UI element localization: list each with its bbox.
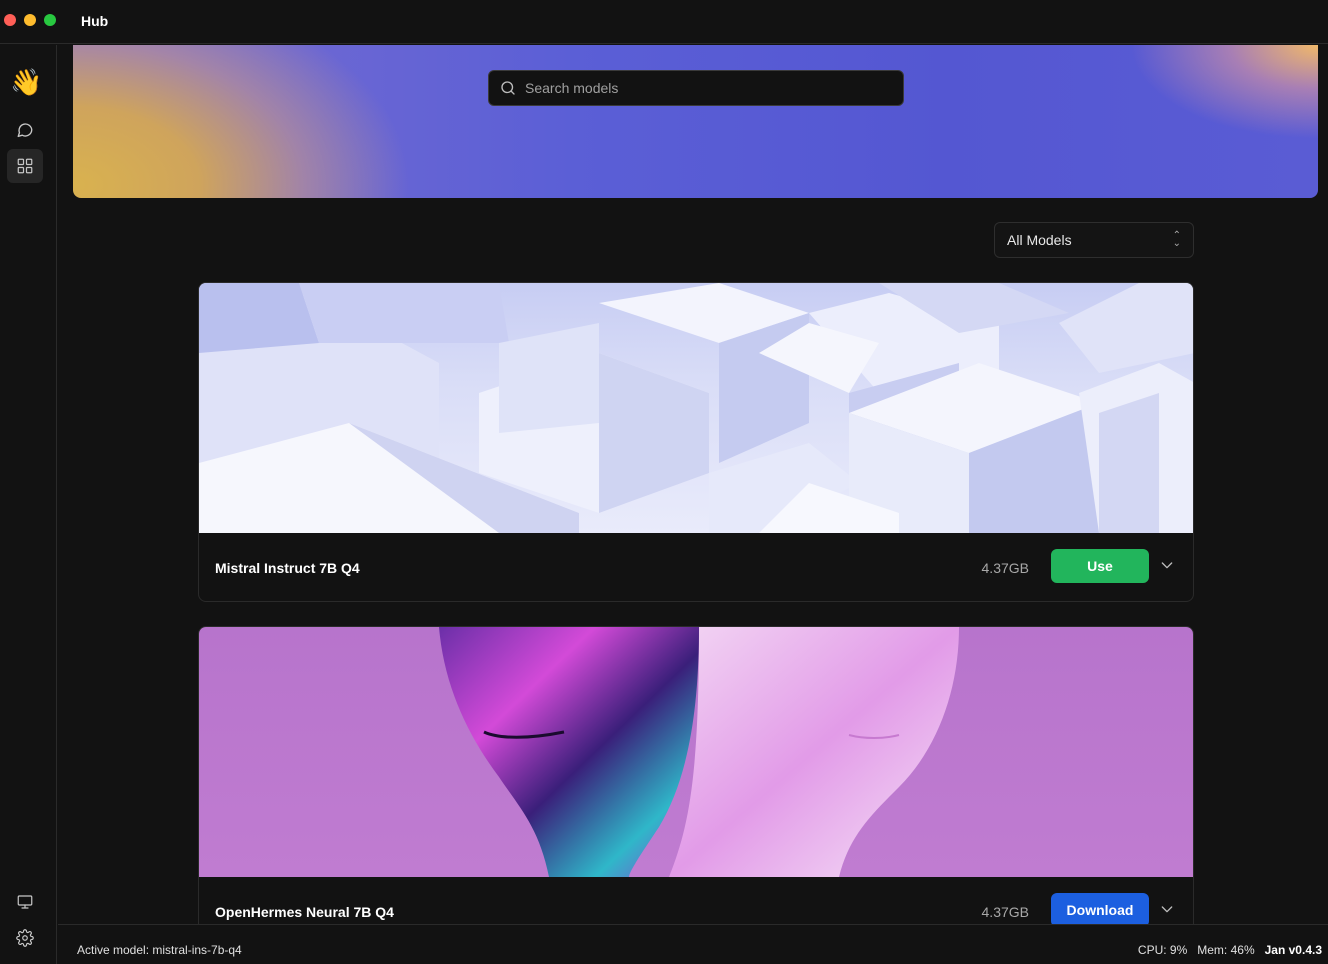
monitor-icon: [17, 895, 33, 909]
model-card: Mistral Instruct 7B Q4 4.37GB Use: [198, 282, 1194, 602]
hub-main: All Models ⌃⌄: [58, 45, 1328, 924]
model-card-footer: OpenHermes Neural 7B Q4 4.37GB Download: [199, 877, 1193, 924]
memory-usage: Mem: 46%: [1197, 943, 1255, 957]
model-size: 4.37GB: [981, 904, 1029, 920]
model-card: OpenHermes Neural 7B Q4 4.37GB Download: [198, 626, 1194, 924]
search-input[interactable]: [525, 80, 885, 96]
system-stats: CPU: 9% Mem: 46% Jan v0.4.3: [1138, 943, 1322, 957]
app-version: Jan v0.4.3: [1264, 943, 1322, 957]
download-model-button[interactable]: Download: [1051, 893, 1149, 924]
close-window-button[interactable]: [4, 14, 16, 26]
model-cover-image: [199, 283, 1193, 533]
minimize-window-button[interactable]: [24, 14, 36, 26]
sidebar-item-system-monitor[interactable]: [7, 885, 43, 919]
sidebar-item-chat[interactable]: [7, 113, 43, 147]
search-box[interactable]: [488, 70, 904, 106]
app-logo[interactable]: 👋: [10, 67, 42, 97]
model-filter-value: All Models: [1007, 232, 1072, 248]
use-model-button[interactable]: Use: [1051, 549, 1149, 583]
sidebar-item-hub[interactable]: [7, 149, 43, 183]
maximize-window-button[interactable]: [44, 14, 56, 26]
model-filter-select[interactable]: All Models ⌃ ⌄: [994, 222, 1194, 258]
chat-bubble-icon: [17, 123, 33, 138]
model-name: OpenHermes Neural 7B Q4: [215, 904, 394, 920]
gear-icon: [16, 929, 34, 947]
model-card-footer: Mistral Instruct 7B Q4 4.37GB Use: [199, 533, 1193, 601]
title-bar: Hub: [0, 0, 1328, 44]
search-icon: [501, 81, 515, 95]
sidebar-item-settings[interactable]: [7, 921, 43, 955]
model-name: Mistral Instruct 7B Q4: [215, 560, 360, 576]
status-bar: Active model: mistral-ins-7b-q4 CPU: 9% …: [58, 924, 1328, 964]
grid-icon: [17, 158, 33, 174]
chevron-down-icon[interactable]: [1159, 901, 1175, 917]
active-model-label: Active model: mistral-ins-7b-q4: [77, 943, 242, 957]
select-chevron-icon: ⌃ ⌄: [1172, 230, 1181, 249]
cpu-usage: CPU: 9%: [1137, 943, 1188, 957]
sidebar: 👋: [0, 45, 57, 964]
app-title: Hub: [81, 13, 109, 29]
hub-hero-banner: [73, 45, 1318, 198]
chevron-down-icon[interactable]: [1159, 557, 1175, 573]
model-cover-image: [199, 627, 1193, 877]
model-size: 4.37GB: [981, 560, 1029, 576]
